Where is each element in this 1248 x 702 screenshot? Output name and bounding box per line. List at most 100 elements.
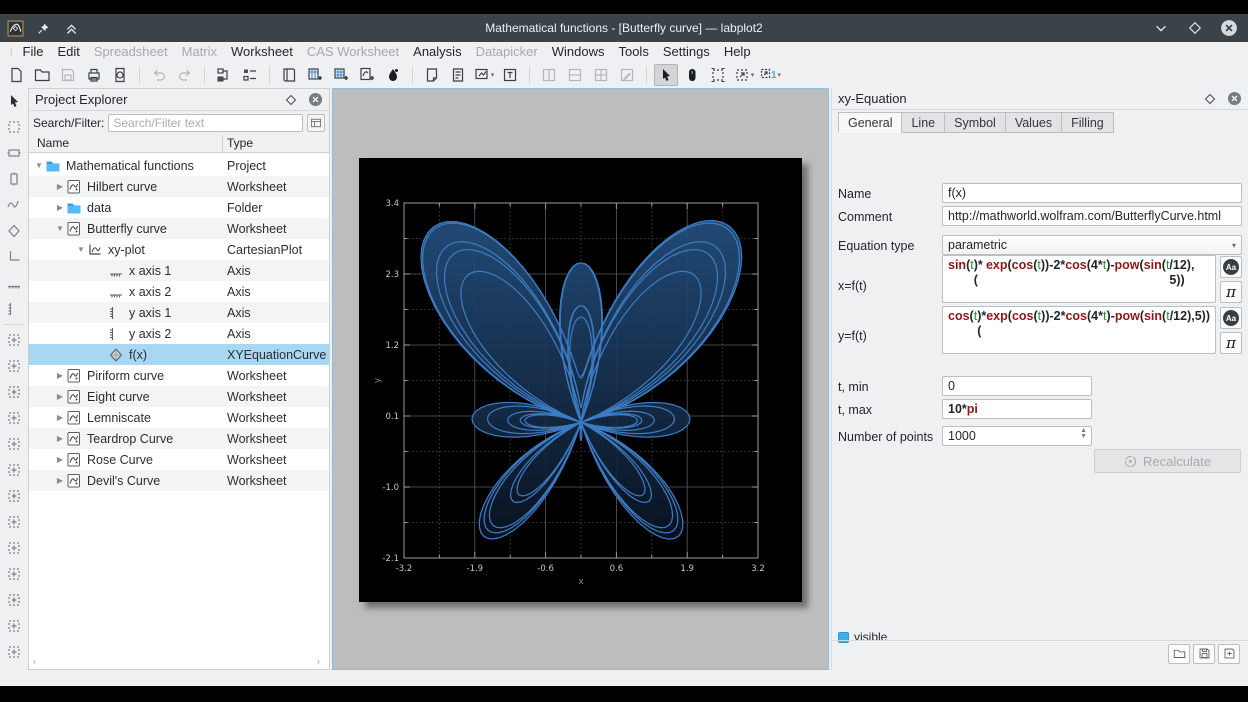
tree-row-teardrop-curve[interactable]: ▶Teardrop CurveWorksheet [29,428,329,449]
float-dock-icon[interactable] [283,92,299,108]
add-legend-icon[interactable] [3,246,25,268]
x-equation-field[interactable]: sin(t)*(exp(cos(t))-2*cos(4*t)-pow(sin(t… [942,255,1216,303]
pin-icon[interactable] [34,19,52,37]
tree-row-mathematical-functions[interactable]: ▼Mathematical functionsProject [29,155,329,176]
tree-row-hilbert-curve[interactable]: ▶Hilbert curveWorksheet [29,176,329,197]
add-text-label-icon[interactable] [498,64,522,86]
menu-settings[interactable]: Settings [656,42,717,62]
tree-row-x-axis-1[interactable]: x axis 1Axis [29,260,329,281]
new-note-icon[interactable] [420,64,444,86]
zoom-select-x-icon[interactable] [3,355,25,377]
tree-row-eight-curve[interactable]: ▶Eight curveWorksheet [29,386,329,407]
cursor-tool-icon[interactable] [3,90,25,112]
expander-open-icon[interactable]: ▼ [54,224,66,233]
new-workbook-icon[interactable] [277,64,301,86]
open-document-icon[interactable] [30,64,54,86]
extend-x-icon[interactable] [3,589,25,611]
search-input[interactable] [108,114,303,132]
add-plot-h-icon[interactable] [3,142,25,164]
menu-file[interactable]: File [16,42,51,62]
minimize-icon[interactable] [1152,19,1170,37]
close-icon[interactable] [1220,19,1238,37]
squeeze-y-icon[interactable] [3,641,25,663]
tree-row-xy-plot[interactable]: ▼xy-plotCartesianPlot [29,239,329,260]
new-script-icon[interactable] [446,64,470,86]
tree-row-devil-s-curve[interactable]: ▶Devil's CurveWorksheet [29,470,329,491]
close-dock-icon[interactable] [1226,91,1242,107]
recalculate-button[interactable]: Recalculate [1094,449,1241,473]
menu-analysis[interactable]: Analysis [406,42,468,62]
column-header-type[interactable]: Type [223,135,329,152]
zoom-select-tool-icon[interactable] [706,64,730,86]
float-dock-icon[interactable] [1202,91,1218,107]
menu-tools[interactable]: Tools [611,42,655,62]
tmin-field[interactable]: 0 [942,376,1092,396]
menu-windows[interactable]: Windows [545,42,612,62]
add-plot-v-icon[interactable] [3,168,25,190]
new-matrix-icon[interactable] [329,64,353,86]
tab-general[interactable]: General [838,112,902,133]
tree-row-y-axis-2[interactable]: y axis 2Axis [29,323,329,344]
tree-row-f-x-[interactable]: f(x)XYEquationCurve [29,344,329,365]
tab-symbol[interactable]: Symbol [945,112,1006,133]
tab-values[interactable]: Values [1006,112,1062,133]
tree-row-piriform-curve[interactable]: ▶Piriform curveWorksheet [29,365,329,386]
print-icon[interactable] [82,64,106,86]
shade-icon[interactable] [62,19,80,37]
menu-edit[interactable]: Edit [50,42,86,62]
new-spreadsheet-icon[interactable] [303,64,327,86]
maximize-icon[interactable] [1186,19,1204,37]
zoom-select-icon[interactable] [3,329,25,351]
constants-button[interactable]: Aa [1220,256,1242,278]
expander-closed-icon[interactable]: ▶ [54,392,66,401]
equation-type-combobox[interactable]: parametric ▾ [942,235,1242,255]
new-worksheet-icon[interactable] [355,64,379,86]
magnification-1-icon[interactable]: 1▾ [758,64,782,86]
points-spinbox[interactable]: 1000 ▲▼ [942,426,1092,446]
expander-closed-icon[interactable]: ▶ [54,371,66,380]
close-dock-icon[interactable] [307,92,323,108]
column-header-name[interactable]: Name [29,135,223,152]
new-datapicker-icon[interactable] [381,64,405,86]
add-horizontal-axis-icon[interactable] [3,272,25,294]
export-worksheet-icon[interactable]: ▾ [472,64,496,86]
menubar-handle-icon[interactable]: ⁞ [10,47,12,57]
worksheet-view[interactable]: -3.2-1.9-0.60.61.93.23.42.31.20.1-1.0-2.… [332,88,829,670]
expander-closed-icon[interactable]: ▶ [54,203,66,212]
expander-closed-icon[interactable]: ▶ [54,455,66,464]
comment-field[interactable]: http://mathworld.wolfram.com/ButterflyCu… [942,206,1242,226]
expander-closed-icon[interactable]: ▶ [54,434,66,443]
tree-row-x-axis-2[interactable]: x axis 2Axis [29,281,329,302]
tab-line[interactable]: Line [902,112,945,133]
print-preview-icon[interactable] [108,64,132,86]
menu-help[interactable]: Help [717,42,758,62]
load-template-button[interactable] [1168,644,1190,664]
zoom-fit-icon[interactable]: ▾ [732,64,756,86]
shift-down-y-icon[interactable] [3,537,25,559]
horizontal-scrollbar[interactable]: ‹ › [29,655,329,667]
tab-filling[interactable]: Filling [1062,112,1114,133]
expander-closed-icon[interactable]: ▶ [54,476,66,485]
tree-row-lemniscate[interactable]: ▶LemniscateWorksheet [29,407,329,428]
zoom-select-y-icon[interactable] [3,381,25,403]
squeeze-x-icon[interactable] [3,615,25,637]
select-tool-icon[interactable] [654,64,678,86]
extend-y-icon[interactable] [3,563,25,585]
constants-button[interactable]: Aa [1220,307,1242,329]
shift-up-y-icon[interactable] [3,511,25,533]
new-folder-icon[interactable] [212,64,236,86]
functions-pi-button[interactable]: π [1220,332,1242,354]
spinner-arrows-icon[interactable]: ▲▼ [1080,428,1087,440]
shift-right-x-icon[interactable] [3,459,25,481]
expander-closed-icon[interactable]: ▶ [54,413,66,422]
expander-open-icon[interactable]: ▼ [75,245,87,254]
auto-scale-icon[interactable] [3,407,25,429]
add-vertical-axis-icon[interactable] [3,298,25,320]
tree-column-headers[interactable]: Name Type [29,135,329,153]
name-field[interactable]: f(x) [942,183,1242,203]
tmax-field[interactable]: 10*pi [942,399,1092,419]
add-xy-curve-icon[interactable] [3,194,25,216]
functions-pi-button[interactable]: π [1220,281,1242,303]
auto-scale-x-icon[interactable] [3,433,25,455]
navigate-tool-icon[interactable] [680,64,704,86]
